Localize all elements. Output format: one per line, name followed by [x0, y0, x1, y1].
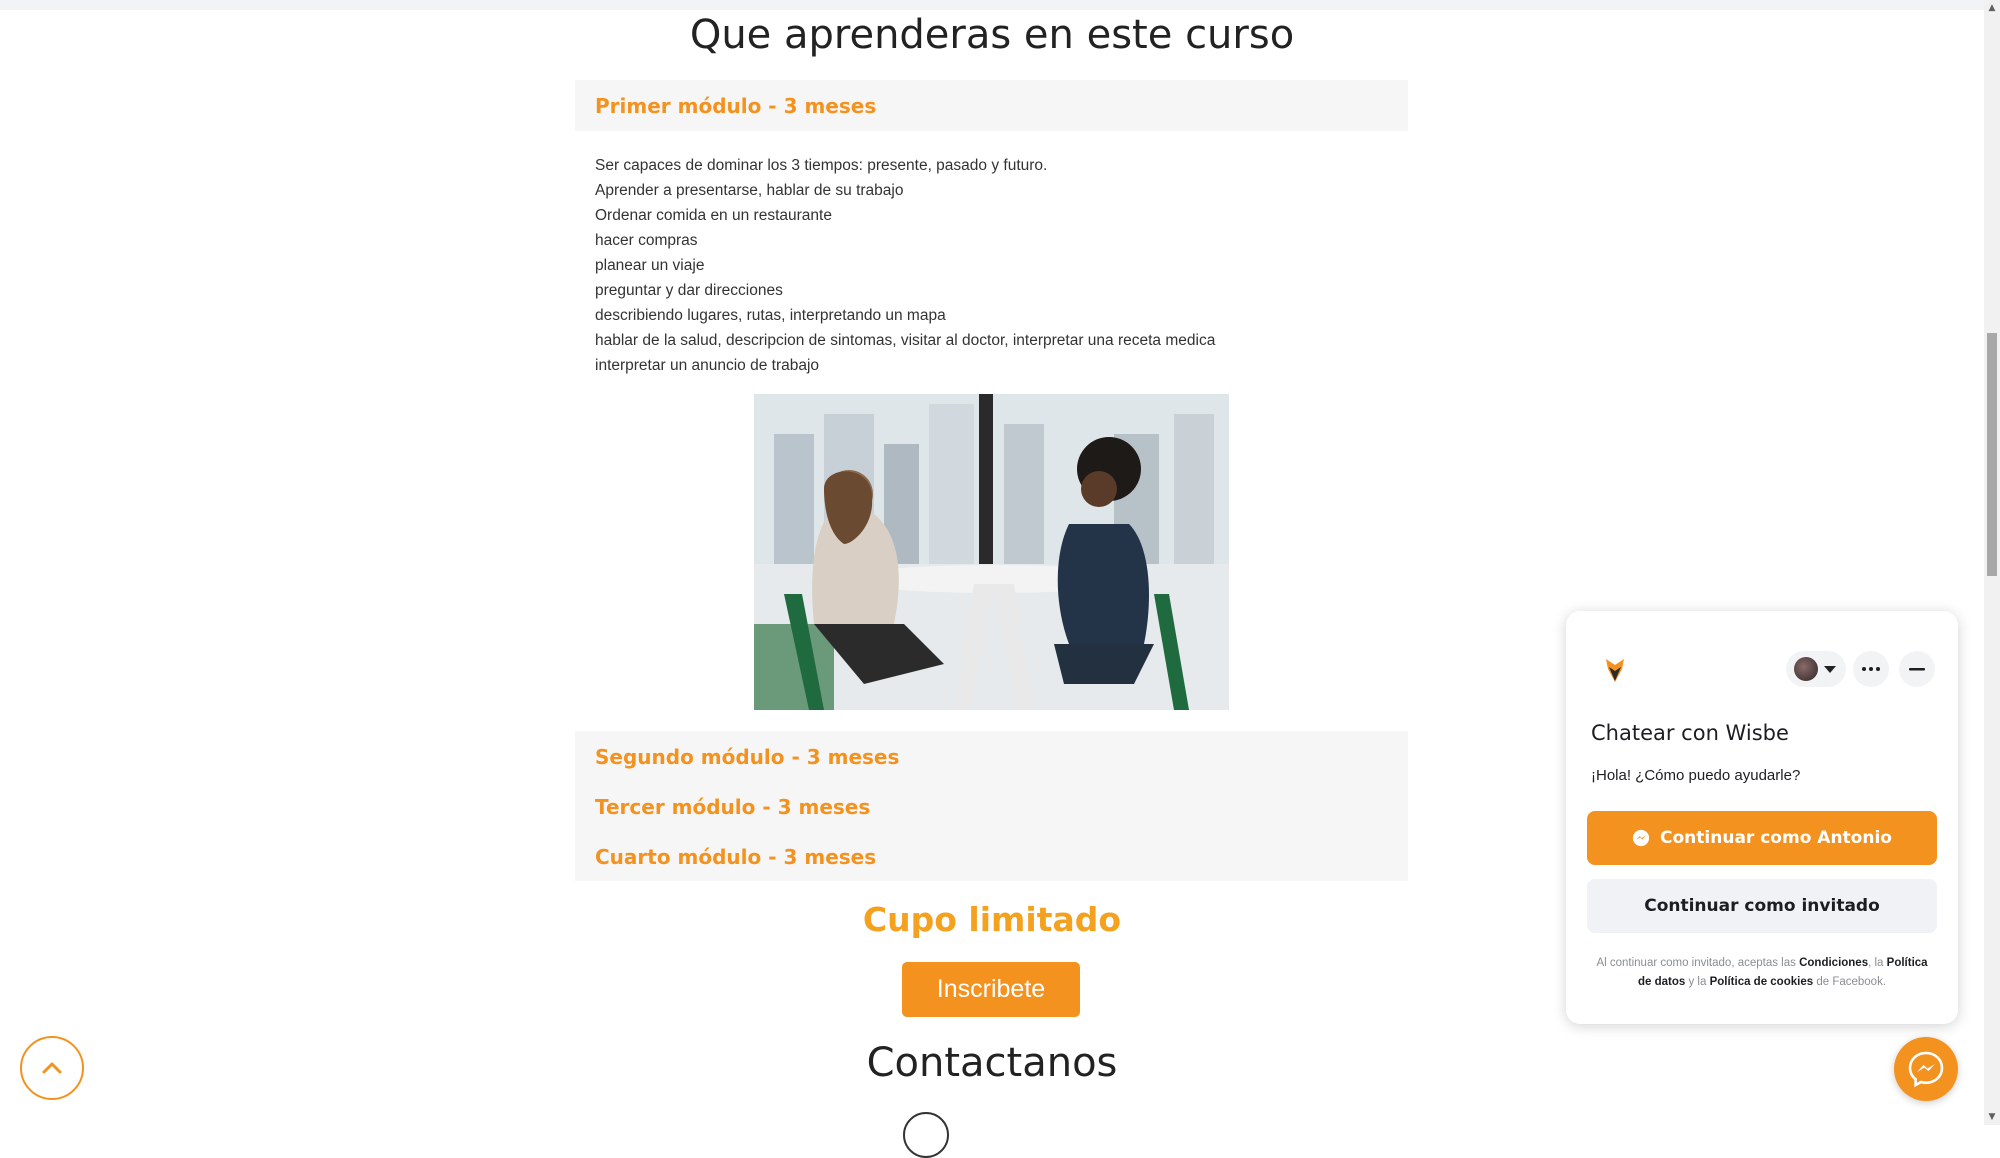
topic-item: hablar de la salud, descripcion de sinto… — [595, 332, 1216, 349]
topic-item: Ser capaces de dominar los 3 tiempos: pr… — [595, 157, 1048, 174]
more-options-button[interactable] — [1853, 651, 1889, 687]
enroll-button[interactable]: Inscribete — [902, 962, 1080, 1017]
continue-as-guest-button[interactable]: Continuar como invitado — [1587, 879, 1937, 933]
topic-item: Ordenar comida en un restaurante — [595, 207, 832, 224]
messenger-icon — [1908, 1051, 1944, 1088]
chat-title: Chatear con Wisbe — [1591, 721, 1789, 745]
scroll-up-arrow-icon[interactable]: ▲ — [1984, 0, 2000, 16]
legal-notice: Al continuar como invitado, aceptas las … — [1592, 954, 1932, 992]
legal-sep2: y la — [1688, 976, 1707, 988]
topic-item: planear un viaje — [595, 257, 705, 274]
topic-item: hacer compras — [595, 232, 698, 249]
module-label: Primer módulo - 3 meses — [595, 94, 877, 118]
continue-as-user-button[interactable]: Continuar como Antonio — [1587, 811, 1937, 865]
top-bar — [0, 0, 1984, 10]
photo-illustration — [754, 394, 1229, 710]
page-title: Que aprenderas en este curso — [689, 12, 1295, 58]
avatar — [1794, 657, 1818, 681]
module-accordion-first[interactable]: Primer módulo - 3 meses — [575, 80, 1408, 131]
account-switcher[interactable] — [1786, 651, 1846, 687]
topic-item: describiendo lugares, rutas, interpretan… — [595, 307, 946, 324]
topic-item: Aprender a presentarse, hablar de su tra… — [595, 182, 904, 199]
scroll-down-arrow-icon[interactable]: ▼ — [1984, 1109, 2000, 1125]
topic-item: interpretar un anuncio de trabajo — [595, 357, 820, 374]
messenger-icon — [1632, 829, 1650, 847]
module-topics-list: Ser capaces de dominar los 3 tiempos: pr… — [595, 153, 1215, 378]
chevron-up-icon — [42, 1062, 62, 1074]
scrollbar-thumb[interactable] — [1987, 333, 1997, 576]
legal-prefix: Al continuar como invitado, aceptas las — [1596, 957, 1796, 969]
module-accordion-second[interactable]: Segundo módulo - 3 meses — [595, 745, 899, 769]
chevron-down-icon — [1824, 665, 1836, 673]
course-photo — [754, 394, 1229, 710]
contact-title: Contactanos — [866, 1040, 1118, 1086]
module-accordion-group: Segundo módulo - 3 meses Tercer módulo -… — [575, 731, 1408, 881]
topic-item: preguntar y dar direcciones — [595, 282, 783, 299]
brand-logo-icon — [1606, 659, 1624, 682]
minimize-icon — [1909, 667, 1925, 670]
module-accordion-fourth[interactable]: Cuarto módulo - 3 meses — [595, 845, 876, 869]
continue-as-user-label: Continuar como Antonio — [1660, 828, 1892, 848]
contact-icon[interactable] — [903, 1112, 949, 1158]
conditions-link[interactable]: Condiciones — [1799, 957, 1868, 969]
legal-sep1: , la — [1868, 957, 1884, 969]
module-accordion-third[interactable]: Tercer módulo - 3 meses — [595, 795, 870, 819]
chat-greeting: ¡Hola! ¿Cómo puedo ayudarle? — [1591, 767, 1801, 784]
messenger-launcher-button[interactable] — [1894, 1037, 1958, 1101]
legal-suffix: de Facebook. — [1816, 976, 1887, 988]
more-dots-icon — [1862, 667, 1880, 671]
cookie-policy-link[interactable]: Política de cookies — [1710, 976, 1814, 988]
back-to-top-button[interactable] — [20, 1036, 84, 1100]
page-scrollbar[interactable]: ▲ ▼ — [1984, 0, 2000, 1125]
minimize-button[interactable] — [1899, 651, 1935, 687]
messenger-chat-widget: Chatear con Wisbe ¡Hola! ¿Cómo puedo ayu… — [1566, 611, 1958, 1024]
